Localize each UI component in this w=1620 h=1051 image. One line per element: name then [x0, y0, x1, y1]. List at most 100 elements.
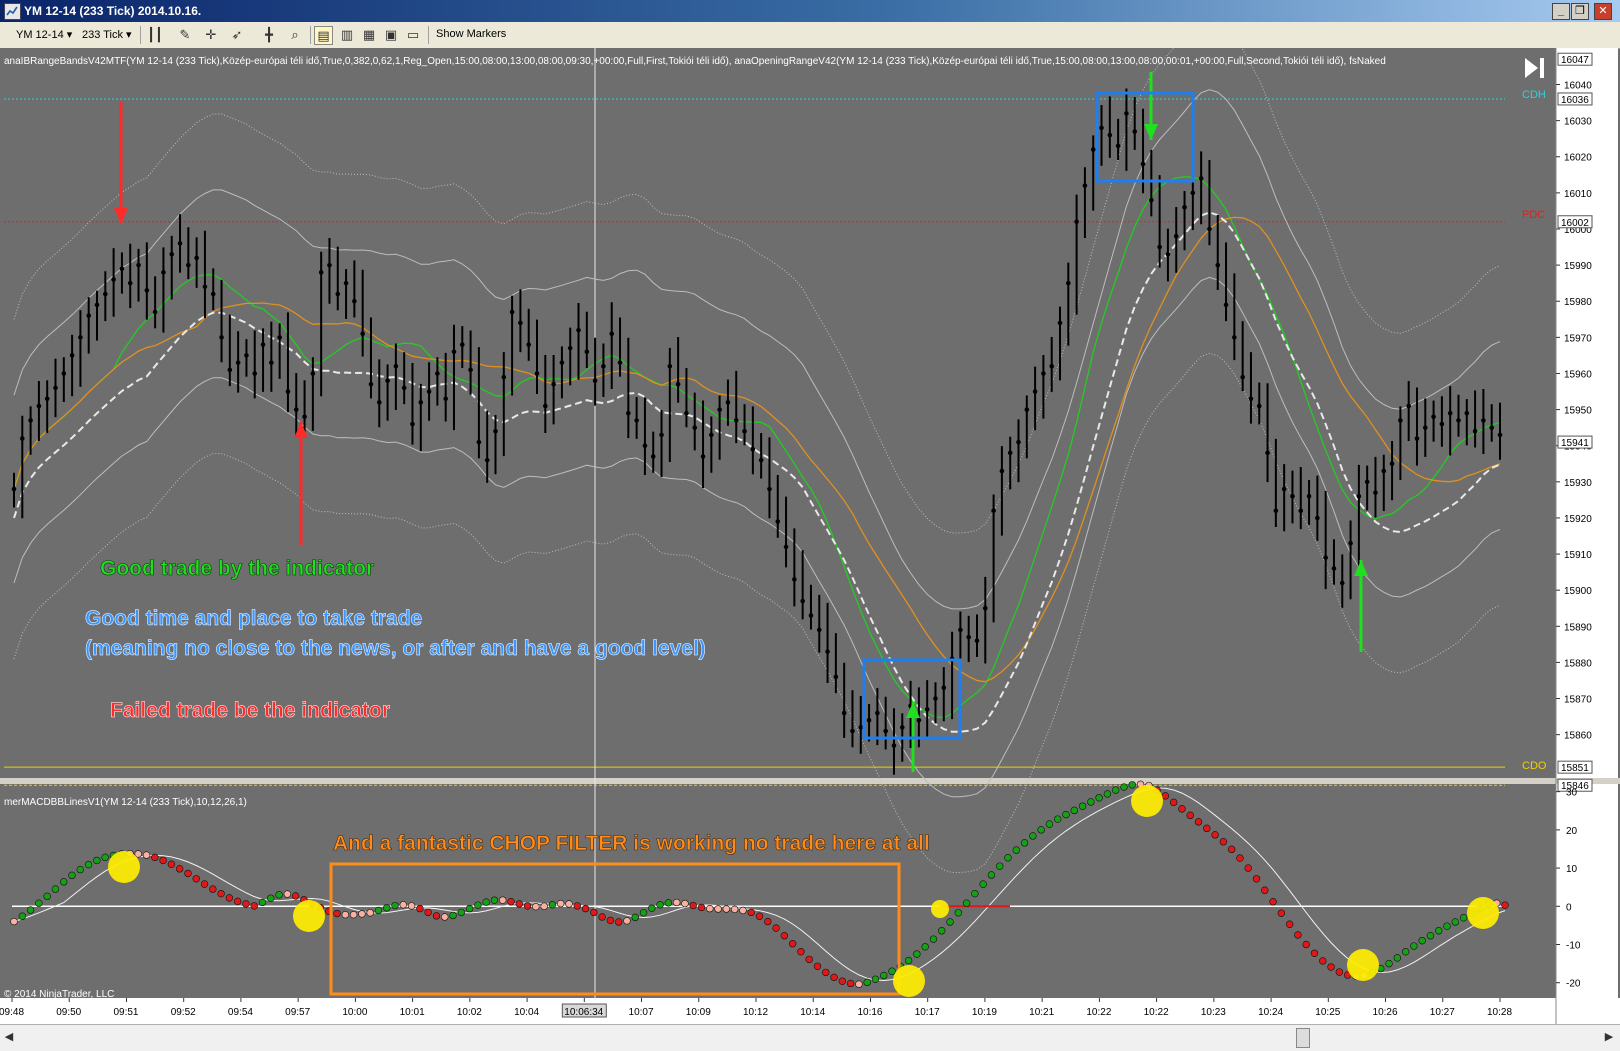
price-bar-close [426, 389, 432, 394]
price-bar-close [543, 403, 548, 409]
macd-axis-bg [1556, 784, 1618, 998]
price-bar-close [958, 627, 963, 633]
instrument-selector[interactable]: YM 12-14 ▾ [16, 28, 72, 41]
price-bar-close [1057, 320, 1063, 326]
macd-dot [656, 901, 664, 909]
show-markers-button[interactable]: Show Markers [436, 28, 506, 40]
macd-dot [805, 955, 813, 964]
time-axis-label: 09:54 [228, 1007, 253, 1018]
chart-canvas[interactable]: 1604016030160201601016000159901598015970… [0, 48, 1620, 1024]
macd-dot [1319, 957, 1327, 965]
price-bar-close [210, 291, 216, 297]
macd-dot [225, 894, 234, 902]
price-bar-close [592, 378, 598, 383]
price-bar-close [1356, 493, 1362, 499]
macd-dot [1053, 815, 1062, 823]
macd-dot [921, 943, 929, 951]
macd-dot [598, 913, 606, 921]
time-axis-label: 10:22 [1144, 1007, 1169, 1018]
price-bar-close [534, 371, 540, 376]
time-axis-label: 10:00 [342, 1007, 367, 1018]
macd-dot [1310, 949, 1319, 957]
price-bar-close [709, 432, 714, 438]
macd-dot [1070, 806, 1078, 815]
price-bar-close [393, 363, 399, 369]
pointer-tool-icon[interactable]: ➶ [228, 26, 246, 44]
price-bar-close [418, 400, 424, 405]
macd-dot [51, 885, 60, 893]
price-bar-close [1464, 410, 1470, 416]
macd-dot [855, 980, 863, 988]
price-bar-close [161, 270, 166, 275]
scroll-right-icon[interactable]: ▶ [1602, 1029, 1616, 1045]
macd-dot [714, 905, 722, 913]
price-bar-close [86, 313, 92, 318]
price-bar-close [127, 280, 133, 286]
data-box-icon[interactable]: ▭ [404, 26, 422, 44]
price-bar-close [260, 342, 266, 347]
macd-dot [648, 904, 656, 912]
macd-dot [540, 902, 548, 910]
price-bar-close [468, 367, 473, 373]
price-bar-close [1099, 125, 1104, 131]
macd-dot [739, 906, 747, 915]
price-bar-close [684, 410, 689, 416]
chart-trader-icon[interactable]: ▦ [360, 26, 378, 44]
cdo-label: CDO [1522, 760, 1547, 772]
price-bar-close [194, 255, 199, 261]
pencil-draw-icon[interactable]: ✎ [176, 26, 194, 44]
bars-style-icon[interactable]: ┃┃ [146, 26, 164, 44]
price-bar-close [269, 360, 274, 365]
price-bar-close [352, 298, 357, 304]
close-icon[interactable]: ✕ [1594, 3, 1612, 20]
time-axis-label: 10:09 [686, 1007, 711, 1018]
price-bar-close [758, 457, 764, 463]
macd-dot [581, 904, 590, 913]
minimize-icon[interactable]: _ [1552, 3, 1570, 20]
price-bar-close [650, 454, 656, 459]
horizontal-scrollbar[interactable]: ◀ ▶ [0, 1024, 1620, 1051]
macd-dot [1451, 918, 1460, 926]
price-axis-label: 15990 [1564, 261, 1592, 272]
macd-dot [76, 865, 84, 874]
time-axis-label: 10:19 [972, 1007, 997, 1018]
macd-dot [681, 899, 689, 908]
cursor-mode-icon[interactable]: ╋ [260, 26, 278, 44]
macd-dot [1393, 954, 1402, 962]
price-bar-close [642, 443, 648, 449]
macd-dot [590, 908, 598, 917]
price-indicator-label: anaIBRangeBandsV42MTF(YM 12-14 (233 Tick… [4, 56, 1386, 67]
restore-icon[interactable]: ❐ [1571, 3, 1589, 20]
indicators-icon[interactable]: ▤ [314, 26, 333, 45]
macd-dot [465, 904, 474, 913]
macd-dot [523, 902, 532, 910]
macd-dot [532, 902, 540, 911]
price-bar-close [1373, 490, 1378, 495]
price-bar-close [518, 320, 523, 326]
macd-panel-bg [0, 784, 1556, 998]
price-axis-label: 15920 [1564, 514, 1592, 525]
price-bar-close [169, 251, 175, 257]
properties-icon[interactable]: ▣ [382, 26, 400, 44]
macd-dot [556, 899, 565, 908]
macd-dot [358, 910, 366, 918]
scroll-thumb[interactable] [1296, 1028, 1310, 1048]
chop-filter-note: And a fantastic CHOP FILTER is working n… [333, 832, 930, 855]
price-bar-close [858, 725, 864, 730]
good-time-note-line2: (meaning no close to the news, or after … [85, 637, 706, 660]
macd-dot [26, 906, 35, 914]
signal-highlight-dot [1131, 785, 1163, 817]
macd-dot [830, 973, 838, 982]
interval-selector[interactable]: 233 Tick ▾ [82, 28, 132, 41]
price-bar-close [1107, 132, 1113, 138]
zoom-icon[interactable]: ⌕ [286, 26, 304, 44]
price-bar-close [1406, 403, 1411, 409]
failed-trade-note: Failed trade be the indicator [110, 699, 390, 722]
strategies-icon[interactable]: ▥ [338, 26, 356, 44]
price-bar-close [401, 385, 407, 391]
crosshair-tool-icon[interactable]: ✛ [202, 26, 220, 44]
price-axis-label: 15950 [1564, 406, 1592, 417]
scroll-left-icon[interactable]: ◀ [2, 1029, 16, 1045]
macd-dot [548, 901, 557, 909]
price-axis-label: 15860 [1564, 731, 1592, 742]
